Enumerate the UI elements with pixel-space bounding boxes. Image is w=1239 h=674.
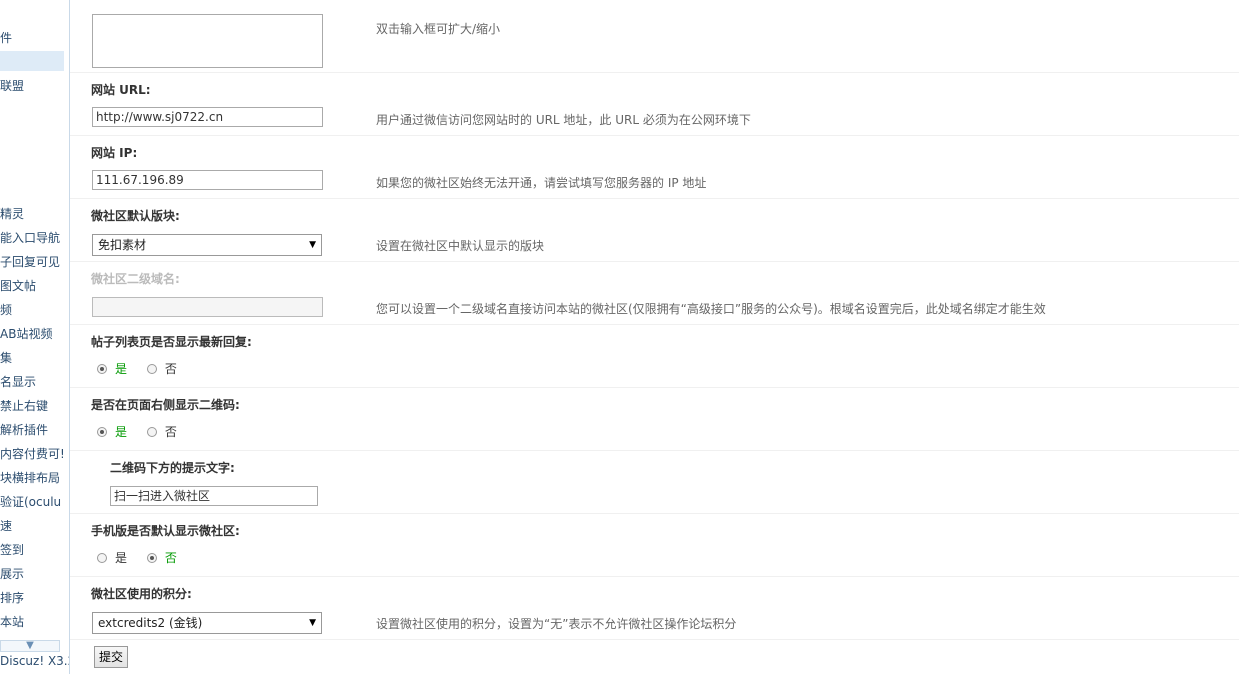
sidebar-item[interactable]: 展示 (0, 562, 69, 586)
sidebar-active-item[interactable] (0, 51, 64, 71)
credits-row: 微社区使用的积分: extcredits2 (金钱) ▼ 设置微社区使用的积分，… (70, 577, 1239, 640)
sidebar-item[interactable]: 本站 (0, 610, 69, 634)
latest-reply-radios: 是 否 (97, 360, 193, 377)
sidebar-item[interactable]: 能入口导航 (0, 226, 69, 250)
radio-yes-label[interactable]: 是 (115, 425, 127, 439)
mobile-default-row: 手机版是否默认显示微社区: 是 否 (70, 514, 1239, 577)
credits-value: extcredits2 (金钱) (98, 616, 203, 630)
qrcode-tip-input[interactable]: 扫一扫进入微社区 (110, 486, 318, 506)
sidebar-item[interactable]: 频 (0, 298, 69, 322)
sidebar-item[interactable]: 签到 (0, 538, 69, 562)
radio-yes[interactable] (97, 553, 107, 563)
radio-no-label[interactable]: 否 (165, 362, 177, 376)
default-forum-row: 微社区默认版块: 免扣素材 ▼ 设置在微社区中默认显示的版块 (70, 199, 1239, 262)
default-forum-select[interactable]: 免扣素材 ▼ (92, 234, 322, 256)
textarea-field[interactable] (92, 14, 323, 68)
sidebar-item[interactable]: 图文帖 (0, 274, 69, 298)
default-forum-label: 微社区默认版块: (91, 209, 180, 223)
radio-yes[interactable] (97, 427, 107, 437)
sidebar-item[interactable]: 排序 (0, 586, 69, 610)
mobile-default-label: 手机版是否默认显示微社区: (91, 524, 240, 538)
textarea-tip: 双击输入框可扩大/缩小 (376, 22, 501, 36)
radio-no[interactable] (146, 427, 157, 437)
credits-tip: 设置微社区使用的积分，设置为“无”表示不允许微社区操作论坛积分 (376, 617, 737, 631)
dropdown-arrow-icon: ▼ (309, 240, 316, 250)
submit-button[interactable]: 提交 (94, 646, 128, 668)
qrcode-label: 是否在页面右侧显示二维码: (91, 398, 240, 412)
radio-yes-label[interactable]: 是 (115, 362, 127, 376)
qrcode-radios: 是 否 (97, 423, 193, 440)
mobile-default-radios: 是 否 (97, 549, 193, 566)
sidebar-item[interactable]: 解析插件 (0, 418, 69, 442)
latest-reply-label: 帖子列表页是否显示最新回复: (91, 335, 252, 349)
radio-no-label[interactable]: 否 (165, 425, 177, 439)
site-ip-label: 网站 IP: (91, 146, 138, 160)
scroll-down-icon[interactable]: ▼ (0, 640, 60, 652)
subdomain-row: 微社区二级域名: 您可以设置一个二级域名直接访问本站的微社区(仅限拥有“高级接口… (70, 262, 1239, 325)
settings-form: 双击输入框可扩大/缩小 网站 URL: http://www.sj0722.cn… (70, 0, 1239, 674)
default-forum-tip: 设置在微社区中默认显示的版块 (376, 239, 545, 253)
sidebar-item[interactable]: 块横排布局 (0, 466, 69, 490)
radio-yes-label[interactable]: 是 (115, 551, 127, 565)
qrcode-tip-label: 二维码下方的提示文字: (110, 461, 235, 475)
sidebar-item[interactable]: 件 (0, 26, 69, 50)
site-ip-input[interactable]: 111.67.196.89 (92, 170, 323, 190)
sidebar-item[interactable]: 速 (0, 514, 69, 538)
radio-yes[interactable] (97, 364, 107, 374)
sidebar: 件 联盟 精灵 能入口导航 子回复可见 图文帖 频 AB站视频 集 名显示 禁止… (0, 0, 70, 674)
credits-select[interactable]: extcredits2 (金钱) ▼ (92, 612, 322, 634)
subdomain-label: 微社区二级域名: (91, 272, 180, 286)
version-label: Discuz! X3.2 (0, 654, 70, 668)
sidebar-item[interactable]: 禁止右键 (0, 394, 69, 418)
subdomain-input[interactable] (92, 297, 323, 317)
qrcode-tip-row: 二维码下方的提示文字: 扫一扫进入微社区 (70, 451, 1239, 514)
radio-no[interactable] (146, 553, 157, 563)
qrcode-row: 是否在页面右侧显示二维码: 是 否 (70, 388, 1239, 451)
latest-reply-row: 帖子列表页是否显示最新回复: 是 否 (70, 325, 1239, 388)
site-url-label: 网站 URL: (91, 83, 151, 97)
sidebar-item[interactable]: 集 (0, 346, 69, 370)
credits-label: 微社区使用的积分: (91, 587, 192, 601)
sidebar-item[interactable]: 名显示 (0, 370, 69, 394)
default-forum-value: 免扣素材 (98, 238, 147, 252)
site-ip-tip: 如果您的微社区始终无法开通，请尝试填写您服务器的 IP 地址 (376, 176, 707, 190)
site-url-row: 网站 URL: http://www.sj0722.cn 用户通过微信访问您网站… (70, 73, 1239, 136)
dropdown-arrow-icon: ▼ (309, 618, 316, 628)
sidebar-item[interactable]: 联盟 (0, 74, 69, 98)
radio-no[interactable] (146, 364, 157, 374)
sidebar-item[interactable]: 验证(oculu (0, 490, 69, 514)
site-ip-row: 网站 IP: 111.67.196.89 如果您的微社区始终无法开通，请尝试填写… (70, 136, 1239, 199)
radio-no-label[interactable]: 否 (165, 551, 177, 565)
sidebar-item[interactable]: 精灵 (0, 202, 69, 226)
sidebar-item[interactable]: 子回复可见 (0, 250, 69, 274)
subdomain-tip: 您可以设置一个二级域名直接访问本站的微社区(仅限拥有“高级接口”服务的公众号)。… (376, 302, 1046, 316)
textarea-row: 双击输入框可扩大/缩小 (70, 0, 1239, 73)
sidebar-item[interactable]: 内容付费可! (0, 442, 69, 466)
site-url-tip: 用户通过微信访问您网站时的 URL 地址，此 URL 必须为在公网环境下 (376, 113, 751, 127)
site-url-input[interactable]: http://www.sj0722.cn (92, 107, 323, 127)
sidebar-item[interactable]: AB站视频 (0, 322, 69, 346)
